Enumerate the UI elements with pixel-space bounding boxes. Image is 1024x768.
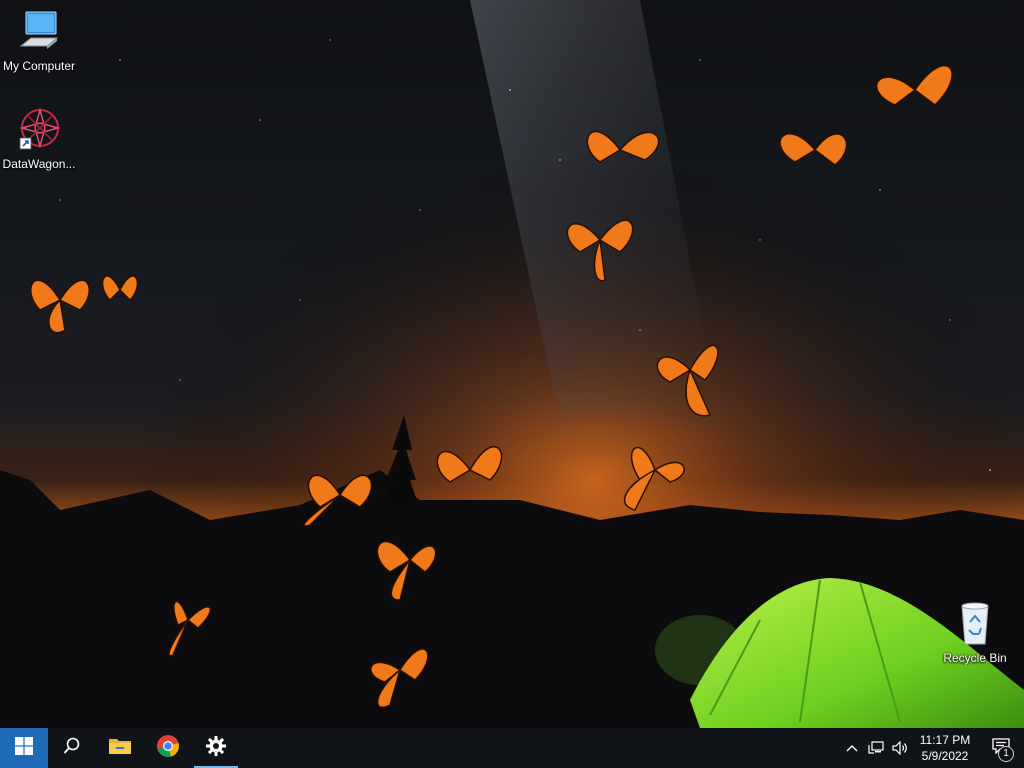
chevron-up-icon[interactable] <box>840 728 864 768</box>
desktop-icon-label: DataWagon... <box>2 157 76 171</box>
notification-count-badge: 1 <box>998 746 1014 762</box>
search-icon <box>63 737 81 760</box>
search-button[interactable] <box>48 728 96 768</box>
datawagon-shortcut-icon <box>0 106 78 155</box>
recycle-bin-icon <box>936 600 1014 649</box>
desktop-icon-label: Recycle Bin <box>943 651 1007 665</box>
clock-date: 5/9/2022 <box>921 749 969 763</box>
clock-time: 11:17 PM <box>919 733 971 747</box>
taskbar-chrome[interactable] <box>144 728 192 768</box>
start-button[interactable] <box>0 728 48 768</box>
taskbar-settings[interactable] <box>192 728 240 768</box>
action-center-button[interactable]: 1 <box>978 728 1024 768</box>
desktop[interactable]: My Computer DataWagon... Recycle Bin <box>0 0 1024 728</box>
wallpaper <box>0 0 1024 728</box>
volume-icon[interactable] <box>888 728 912 768</box>
windows-logo-icon <box>15 736 33 760</box>
desktop-icon-recycle-bin[interactable]: Recycle Bin <box>936 600 1014 665</box>
computer-icon <box>0 8 78 57</box>
chrome-icon <box>156 734 180 763</box>
gear-icon <box>205 735 227 762</box>
clock[interactable]: 11:17 PM 5/9/2022 <box>912 732 978 764</box>
taskbar-file-explorer[interactable] <box>96 728 144 768</box>
desktop-icon-label: My Computer <box>2 59 76 73</box>
desktop-icon-my-computer[interactable]: My Computer <box>0 8 78 73</box>
taskbar: 11:17 PM 5/9/2022 1 <box>0 728 1024 768</box>
system-tray: 11:17 PM 5/9/2022 1 <box>840 728 1024 768</box>
folder-icon <box>108 736 132 761</box>
network-icon[interactable] <box>864 728 888 768</box>
desktop-icon-datawagon[interactable]: DataWagon... <box>0 106 78 171</box>
